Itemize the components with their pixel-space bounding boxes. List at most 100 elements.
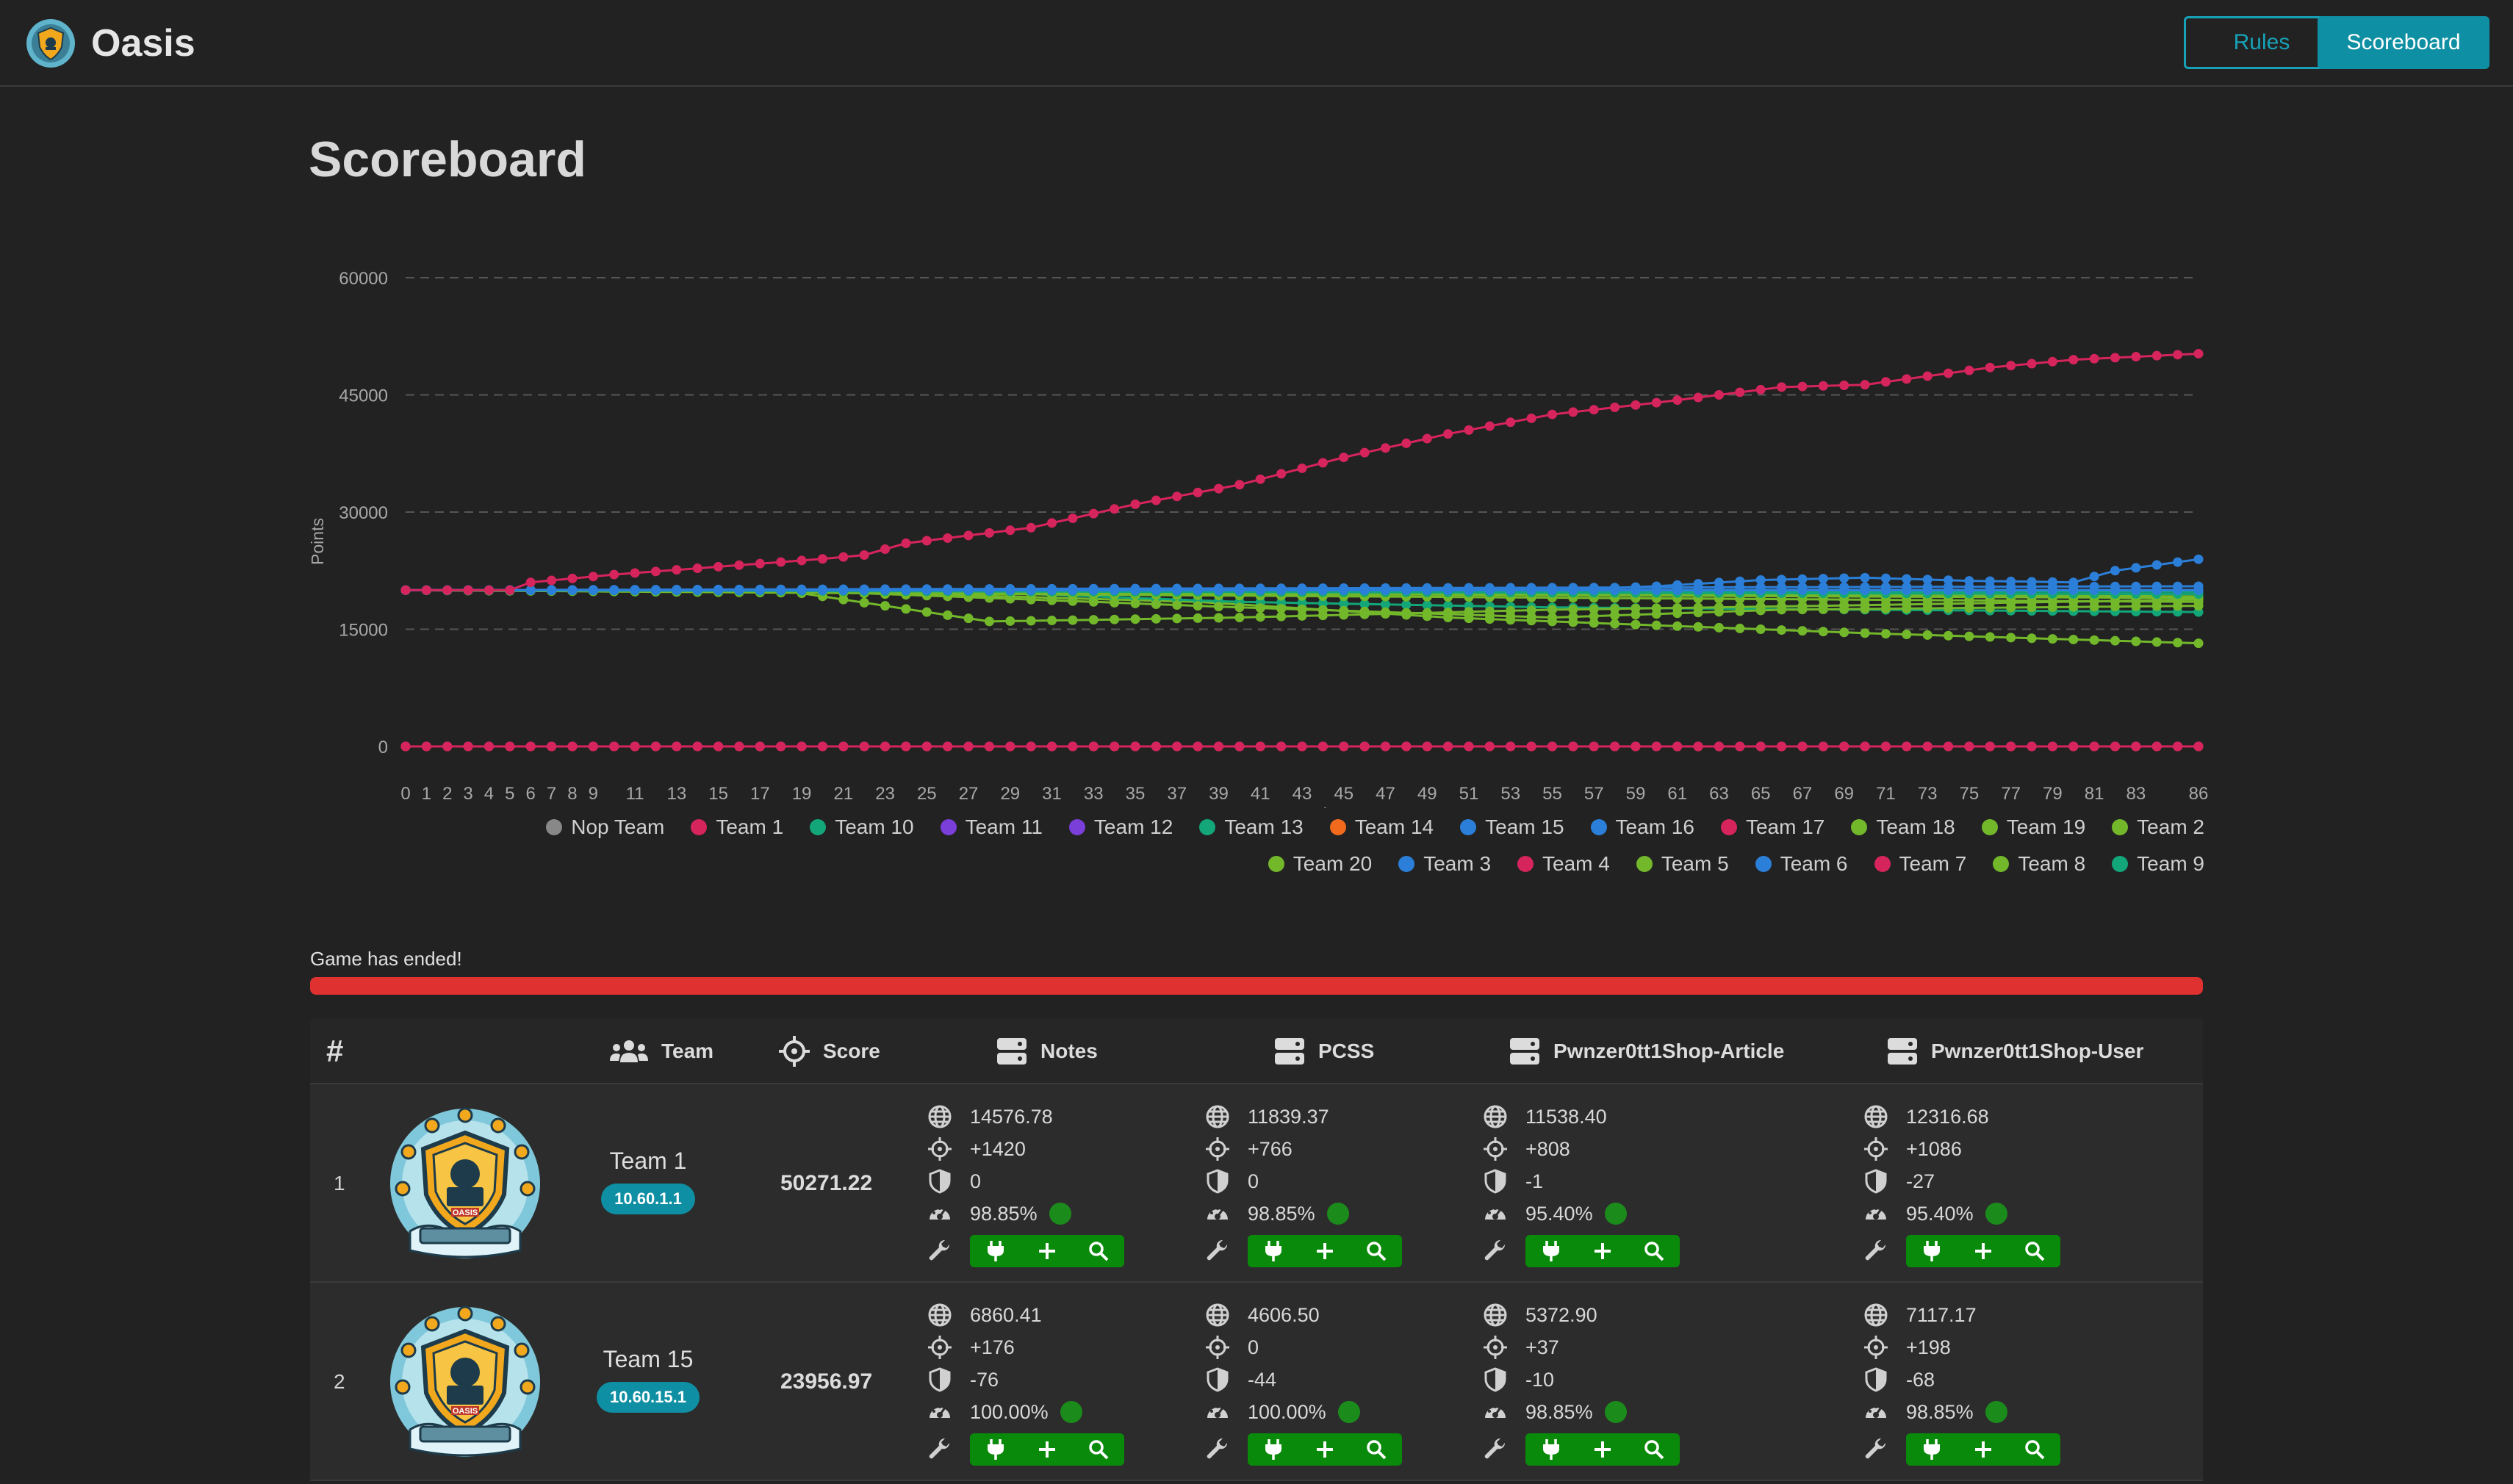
legend-item[interactable]: Team 2 [2112, 815, 2204, 839]
legend-item[interactable]: Team 17 [1720, 815, 1824, 839]
inspect-button[interactable] [2009, 1235, 2060, 1267]
data-point-team-7 [1068, 741, 1078, 752]
service-total: 6860.41 [970, 1303, 1042, 1326]
data-point-team-7 [505, 741, 515, 752]
data-point-team-7 [1484, 741, 1495, 752]
legend-item[interactable]: Team 20 [1268, 852, 1372, 876]
connect-button[interactable] [1525, 1235, 1577, 1267]
add-button[interactable] [1957, 1235, 2009, 1267]
globe-icon [1864, 1105, 1888, 1128]
data-point-team-7 [1777, 741, 1787, 752]
connect-button[interactable] [970, 1433, 1021, 1466]
service-sla-line: 98.85% [927, 1197, 1170, 1230]
legend-item[interactable]: Team 16 [1590, 815, 1694, 839]
add-button[interactable] [1299, 1235, 1351, 1267]
service-total-line: 12316.68 [1863, 1101, 2106, 1133]
data-point-team-7 [1359, 741, 1370, 752]
connect-button[interactable] [1248, 1433, 1299, 1466]
data-point-team-7 [2193, 741, 2204, 752]
gauge-icon [1866, 1207, 1886, 1220]
x-tick-label: 15 [708, 784, 728, 804]
connect-button[interactable] [1906, 1433, 1957, 1466]
data-point-team-7 [1464, 741, 1474, 752]
data-point-team-7 [547, 741, 557, 752]
legend-item[interactable]: Team 5 [1636, 852, 1729, 876]
data-point-team-18 [1547, 605, 1557, 615]
gauge-icon [930, 1405, 950, 1418]
data-point-team-18 [1464, 607, 1474, 617]
y-tick-label: 30000 [339, 503, 388, 523]
rules-button[interactable]: Rules [2184, 16, 2340, 69]
data-point-team-7 [1526, 741, 1536, 752]
add-button[interactable] [1577, 1433, 1628, 1466]
add-button[interactable] [1021, 1235, 1073, 1267]
data-point-team-1 [1443, 429, 1453, 439]
legend-item[interactable]: Team 3 [1398, 852, 1491, 876]
data-point-team-7 [776, 741, 786, 752]
data-point-team-15 [672, 585, 682, 595]
add-button[interactable] [1021, 1433, 1073, 1466]
data-point-team-16 [2151, 581, 2162, 591]
data-point-team-15 [776, 585, 786, 595]
inspect-button[interactable] [1351, 1433, 1402, 1466]
data-point-team-1 [1339, 453, 1349, 463]
scoreboard-button[interactable]: Scoreboard [2318, 16, 2489, 69]
legend-label: Team 3 [1423, 852, 1492, 875]
legend-item[interactable]: Team 15 [1460, 815, 1564, 839]
data-point-team-7 [1902, 741, 1912, 752]
x-tick-label: 31 [1042, 784, 1062, 804]
data-point-team-18 [1818, 601, 1828, 611]
service-attack: +198 [1906, 1336, 1951, 1358]
inspect-button[interactable] [2009, 1433, 2060, 1466]
inspect-button[interactable] [1628, 1433, 1680, 1466]
legend-item[interactable]: Nop Team [546, 815, 664, 839]
add-button[interactable] [1577, 1235, 1628, 1267]
data-point-team-1 [1631, 400, 1641, 410]
data-point-team-15 [1422, 585, 1432, 595]
service-sla-line: 98.85% [1863, 1396, 2106, 1428]
legend-item[interactable]: Team 10 [810, 815, 914, 839]
header-service-user: Pwnzer0tt1Shop-User [1887, 1018, 2143, 1084]
data-point-team-15 [1506, 585, 1516, 595]
data-point-team-1 [1234, 480, 1245, 490]
legend-item[interactable]: Team 11 [940, 815, 1043, 839]
data-point-team-18 [1068, 615, 1078, 625]
legend-item[interactable]: Team 18 [1851, 815, 1955, 839]
data-point-team-7 [1380, 741, 1390, 752]
connect-button[interactable] [1525, 1433, 1577, 1466]
legend-item[interactable]: Team 13 [1199, 815, 1304, 839]
brand[interactable]: Oasis [25, 18, 195, 69]
legend-item[interactable]: Team 9 [2112, 852, 2204, 876]
inspect-button[interactable] [1073, 1433, 1124, 1466]
legend-item[interactable]: Team 19 [1981, 815, 2085, 839]
data-point-team-2 [1234, 602, 1245, 613]
inspect-button[interactable] [1073, 1235, 1124, 1267]
legend-item[interactable]: Team 1 [691, 815, 783, 839]
connect-button[interactable] [1248, 1235, 1299, 1267]
legend-item[interactable]: Team 12 [1068, 815, 1173, 839]
legend-item[interactable]: Team 6 [1755, 852, 1848, 876]
data-point-team-18 [1610, 604, 1620, 614]
search-icon [1367, 1440, 1387, 1460]
data-point-team-1 [1922, 371, 1933, 381]
inspect-button[interactable] [1628, 1235, 1680, 1267]
legend-item[interactable]: Team 7 [1874, 852, 1966, 876]
connect-button[interactable] [1906, 1235, 1957, 1267]
data-point-team-1 [1860, 380, 1870, 390]
legend-item[interactable]: Team 4 [1517, 852, 1610, 876]
x-tick-label: 59 [1626, 784, 1646, 804]
connect-button[interactable] [970, 1235, 1021, 1267]
search-icon [1367, 1242, 1387, 1261]
add-button[interactable] [1299, 1433, 1351, 1466]
inspect-button[interactable] [1351, 1235, 1402, 1267]
add-button[interactable] [1957, 1433, 2009, 1466]
legend-item[interactable]: Team 8 [1993, 852, 2085, 876]
data-point-team-18 [1506, 605, 1516, 616]
action-button-group [1525, 1433, 1680, 1466]
data-point-team-1 [1276, 469, 1287, 479]
legend-item[interactable]: Team 14 [1329, 815, 1434, 839]
data-point-team-1 [525, 577, 536, 588]
legend-label: Team 13 [1224, 815, 1304, 838]
brand-name: Oasis [91, 22, 195, 65]
data-point-team-15 [1714, 577, 1724, 588]
